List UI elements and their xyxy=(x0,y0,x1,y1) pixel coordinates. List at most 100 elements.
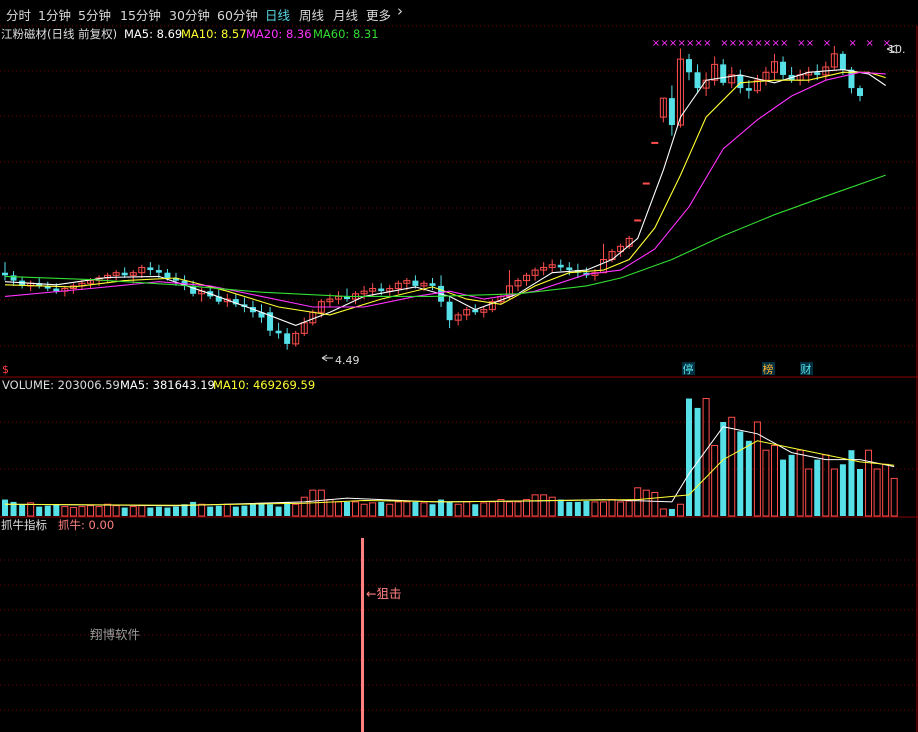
candle[interactable] xyxy=(557,259,564,272)
candle[interactable] xyxy=(796,69,804,86)
candle[interactable] xyxy=(300,317,308,336)
candle[interactable] xyxy=(514,277,522,292)
candle[interactable] xyxy=(531,267,539,281)
limit-marker: × xyxy=(703,38,711,49)
candle[interactable] xyxy=(69,283,77,294)
low-arrow-icon xyxy=(321,354,333,362)
volume-bar xyxy=(223,503,231,517)
dollar-marker: $ xyxy=(2,363,9,376)
volume-bar xyxy=(190,501,197,516)
candle[interactable] xyxy=(394,280,402,294)
volume-bar xyxy=(386,503,394,517)
volume-label-2: MA10: 469269.59 xyxy=(213,378,315,392)
candle[interactable] xyxy=(651,141,659,144)
volume-bar xyxy=(292,503,300,517)
candle[interactable] xyxy=(668,85,675,136)
volume-bar xyxy=(830,468,838,517)
limit-marker: × xyxy=(737,38,745,49)
candle[interactable] xyxy=(830,45,838,70)
candle[interactable] xyxy=(173,272,179,286)
candle[interactable] xyxy=(488,299,496,313)
volume-bar xyxy=(745,440,752,516)
candle[interactable] xyxy=(112,270,120,281)
candle[interactable] xyxy=(780,56,787,81)
candle[interactable] xyxy=(275,322,282,339)
candle[interactable] xyxy=(728,67,736,89)
candle[interactable] xyxy=(429,277,436,291)
limit-marker: × xyxy=(806,38,814,49)
candle[interactable] xyxy=(676,48,684,128)
candle[interactable] xyxy=(642,182,650,185)
candle[interactable] xyxy=(600,243,607,274)
candle[interactable] xyxy=(745,80,752,99)
volume-bar xyxy=(686,398,692,516)
candle-body xyxy=(53,288,60,292)
candle-body xyxy=(642,182,650,185)
volume-bar xyxy=(147,507,154,516)
candle[interactable] xyxy=(121,267,128,278)
candle[interactable] xyxy=(771,53,778,81)
limit-marker: × xyxy=(669,38,677,49)
candle-body xyxy=(429,283,436,286)
volume-bar xyxy=(446,501,453,516)
candle[interactable] xyxy=(198,286,206,302)
ma-label-3: MA60: 8.31 xyxy=(313,27,379,41)
limit-marker: × xyxy=(677,38,685,49)
candle[interactable] xyxy=(857,85,863,102)
candle-body xyxy=(412,280,419,286)
candle[interactable] xyxy=(523,272,531,286)
volume-bar xyxy=(659,508,667,517)
volume-bar xyxy=(69,507,77,517)
low-price-label: 4.49 xyxy=(335,354,360,367)
candle[interactable] xyxy=(737,69,744,94)
candle[interactable] xyxy=(352,291,360,305)
watermark-text: 翔博软件 xyxy=(90,627,140,642)
limit-marker: × xyxy=(720,38,728,49)
volume-bar xyxy=(574,501,581,516)
event-badge-2: 财 xyxy=(801,362,812,376)
limit-marker: × xyxy=(754,38,762,49)
volume-bar xyxy=(676,503,684,517)
candle[interactable] xyxy=(548,259,556,273)
volume-bar xyxy=(531,494,539,517)
candle[interactable] xyxy=(634,219,642,222)
volume-bar xyxy=(78,506,86,517)
candle[interactable] xyxy=(181,275,188,291)
candle[interactable] xyxy=(147,262,154,276)
volume-bar xyxy=(857,469,863,516)
volume-bar xyxy=(762,449,770,517)
candle[interactable] xyxy=(138,264,146,278)
candle[interactable] xyxy=(2,262,8,281)
limit-marker: × xyxy=(772,38,780,49)
candle[interactable] xyxy=(686,53,692,81)
candle[interactable] xyxy=(753,74,761,94)
volume-bar xyxy=(155,506,162,516)
price-panel[interactable]: × × × × × × × × × × × × × × × × × × × × ×10.4.49$ 停榜财 xyxy=(2,38,906,376)
volume-bar xyxy=(360,503,368,517)
candle[interactable] xyxy=(463,306,471,321)
volume-bar xyxy=(173,506,179,516)
ma-line-ma20 xyxy=(4,71,886,308)
candle[interactable] xyxy=(10,271,17,286)
candle-body xyxy=(814,72,821,75)
candle[interactable] xyxy=(540,262,548,276)
volume-bar xyxy=(805,468,813,517)
ma-label-1: MA10: 8.57 xyxy=(181,27,247,41)
candle[interactable] xyxy=(284,328,291,350)
volume-bar xyxy=(472,504,479,516)
candle[interactable] xyxy=(232,293,239,307)
volume-bar xyxy=(651,492,659,517)
volume-panel[interactable] xyxy=(2,398,898,517)
volume-bar xyxy=(540,494,548,517)
candle[interactable] xyxy=(446,296,453,329)
candle[interactable] xyxy=(334,291,342,305)
candle[interactable] xyxy=(267,306,274,336)
candle[interactable] xyxy=(454,312,462,326)
candle[interactable] xyxy=(720,59,727,86)
stock-chart[interactable]: × × × × × × × × × × × × × × × × × × × × ×10.4.49$ 停榜财 ←狙击翔博软件… xyxy=(0,0,918,732)
candle[interactable] xyxy=(659,97,667,123)
candle[interactable] xyxy=(762,67,770,86)
candle[interactable] xyxy=(386,284,394,297)
candle[interactable] xyxy=(292,330,300,347)
indicator-panel[interactable]: ←狙击翔博软件 xyxy=(90,538,401,732)
